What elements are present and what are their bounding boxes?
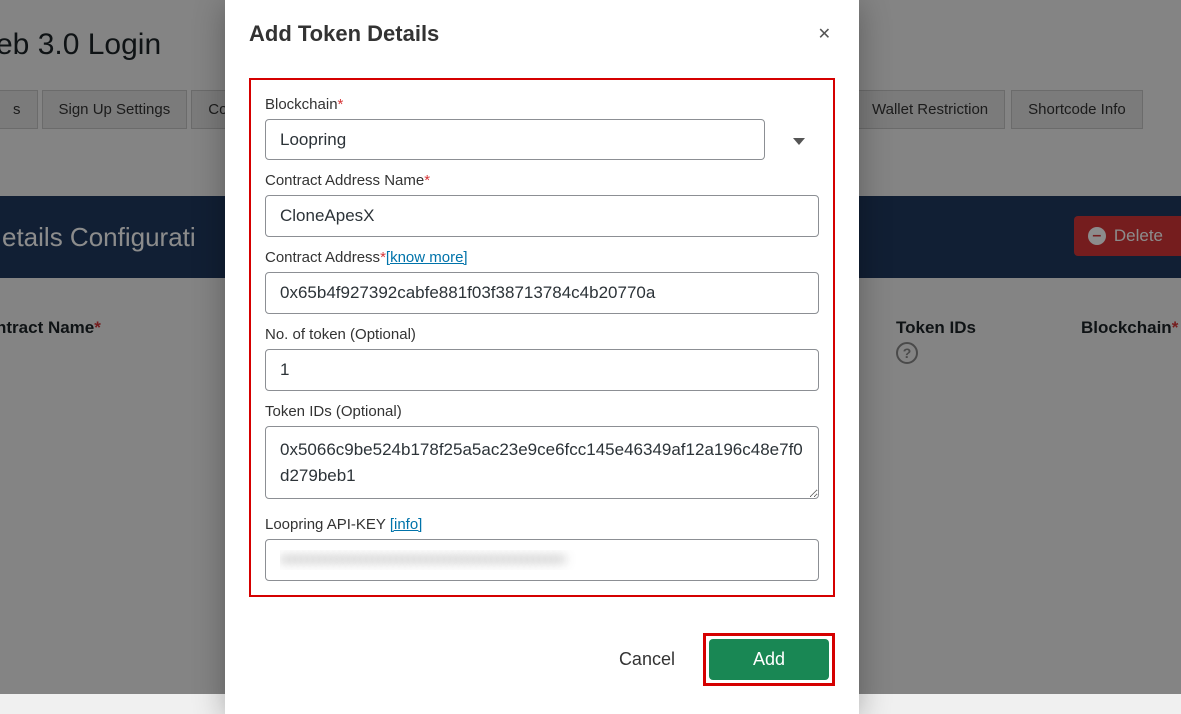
label-token-ids: Token IDs (Optional) (265, 403, 819, 420)
blockchain-select[interactable]: Loopring (265, 119, 765, 160)
num-token-input[interactable] (265, 349, 819, 391)
add-button[interactable]: Add (709, 639, 829, 680)
add-token-modal: Add Token Details ✕ Blockchain* Loopring… (225, 0, 859, 714)
contract-address-input[interactable] (265, 272, 819, 314)
form-highlight-frame: Blockchain* Loopring Contract Address Na… (249, 78, 835, 597)
add-button-highlight: Add (703, 633, 835, 686)
label-num-token: No. of token (Optional) (265, 326, 819, 343)
close-icon[interactable]: ✕ (814, 20, 835, 48)
know-more-link[interactable]: [know more] (386, 249, 468, 266)
label-contract-address: Contract Address*[know more] (265, 249, 819, 266)
label-contract-name: Contract Address Name* (265, 172, 819, 189)
cancel-button[interactable]: Cancel (619, 649, 675, 670)
modal-title: Add Token Details (249, 21, 439, 47)
contract-name-input[interactable] (265, 195, 819, 237)
modal-body: Blockchain* Loopring Contract Address Na… (225, 62, 859, 615)
label-blockchain: Blockchain* (265, 96, 819, 113)
modal-header: Add Token Details ✕ (225, 0, 859, 62)
info-link[interactable]: [info] (390, 516, 423, 533)
api-key-input[interactable] (265, 539, 819, 581)
label-api-key: Loopring API-KEY [info] (265, 516, 819, 533)
blockchain-select-wrap: Loopring (265, 119, 819, 160)
token-ids-textarea[interactable]: 0x5066c9be524b178f25a5ac23e9ce6fcc145e46… (265, 426, 819, 499)
modal-footer: Cancel Add (225, 615, 859, 714)
